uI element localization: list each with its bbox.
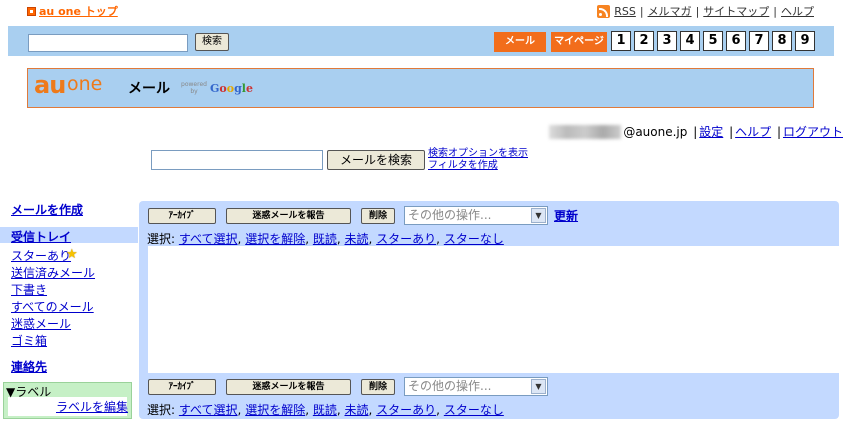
sitemap-link[interactable]: サイトマップ <box>703 3 769 19</box>
create-filter-link[interactable]: フィルタを作成 <box>428 160 498 171</box>
select-unstarred-link[interactable]: スターなし <box>444 232 504 246</box>
page-1-button[interactable]: 1 <box>611 31 631 51</box>
select-starred-link[interactable]: スターあり <box>376 403 436 417</box>
page-8-button[interactable]: 8 <box>772 31 792 51</box>
report-spam-button-bottom[interactable]: 迷惑メールを報告 <box>226 379 351 395</box>
select-unstarred-link[interactable]: スターなし <box>444 403 504 417</box>
report-spam-button[interactable]: 迷惑メールを報告 <box>226 208 351 224</box>
select-label: 選択: <box>147 232 179 246</box>
select-row-top: 選択: すべて選択, 選択を解除, 既読, 未読, スターあり, スターなし <box>147 232 504 246</box>
blurred-username <box>549 124 622 139</box>
page-7-button[interactable]: 7 <box>749 31 769 51</box>
select-all-link[interactable]: すべて選択 <box>179 232 238 246</box>
delete-button-bottom[interactable]: 削除 <box>361 379 395 395</box>
rss-link[interactable]: RSS <box>614 5 636 18</box>
help-link[interactable]: ヘルプ <box>735 123 771 140</box>
more-actions-select-bottom[interactable]: その他の操作... ▼ <box>404 377 548 396</box>
select-starred-link[interactable]: スターあり <box>376 232 436 246</box>
search-options: 検索オプションを表示 フィルタを作成 <box>428 148 528 172</box>
page-2-button[interactable]: 2 <box>634 31 654 51</box>
contacts-link[interactable]: 連絡先 <box>11 358 47 375</box>
au-one-top-link[interactable]: au one トップ <box>27 3 118 19</box>
au-icon <box>27 6 36 16</box>
more-actions-value: その他の操作... <box>408 208 492 222</box>
chevron-down-icon: ▼ <box>531 208 546 223</box>
archive-button[interactable]: ｱｰｶｲﾌﾞ <box>148 208 216 224</box>
page-6-button[interactable]: 6 <box>726 31 746 51</box>
sidebar-item-all-mail[interactable]: すべてのメール <box>11 298 94 315</box>
one-logo: one <box>67 73 103 95</box>
email-suffix: @auone.jp <box>623 124 688 139</box>
mail-list <box>148 246 840 373</box>
select-label: 選択: <box>147 403 179 417</box>
mail-search-input[interactable] <box>151 150 323 170</box>
au-one-top-label: au one トップ <box>39 5 118 18</box>
mypage-tab[interactable]: マイページ <box>551 32 607 52</box>
header-search-button[interactable]: 検索 <box>195 33 229 51</box>
help-link-top[interactable]: ヘルプ <box>781 3 814 19</box>
settings-link[interactable]: 設定 <box>699 123 723 140</box>
separator: | <box>695 4 700 18</box>
separator: | <box>773 124 781 139</box>
google-logo: Google <box>210 82 253 95</box>
header-search-input[interactable] <box>28 34 188 52</box>
page-5-button[interactable]: 5 <box>703 31 723 51</box>
page-3-button[interactable]: 3 <box>657 31 677 51</box>
rss-icon <box>597 4 611 18</box>
select-read-link[interactable]: 既読 <box>313 403 337 417</box>
powered-by-text: powered by <box>181 81 207 95</box>
delete-button[interactable]: 削除 <box>361 208 395 224</box>
page-9-button[interactable]: 9 <box>795 31 815 51</box>
user-links: @auone.jp | 設定 | ヘルプ | ログアウト <box>549 123 843 140</box>
select-unread-link[interactable]: 未読 <box>345 232 369 246</box>
select-row-bottom: 選択: すべて選択, 選択を解除, 既読, 未読, スターあり, スターなし <box>147 403 504 417</box>
refresh-link[interactable]: 更新 <box>554 207 578 224</box>
mail-tab[interactable]: メール <box>494 32 546 52</box>
sidebar-item-sent[interactable]: 送信済みメール <box>11 264 95 281</box>
sidebar-item-trash[interactable]: ゴミ箱 <box>11 332 47 349</box>
sidebar-item-drafts[interactable]: 下書き <box>11 281 47 298</box>
separator: | <box>639 4 644 18</box>
select-all-link[interactable]: すべて選択 <box>179 403 238 417</box>
sidebar-item-inbox[interactable]: 受信トレイ <box>11 228 71 245</box>
mail-logo-text: メール <box>128 81 170 97</box>
more-actions-value-bottom: その他の操作... <box>408 379 492 393</box>
top-links: RSS | メルマガ | サイトマップ | ヘルプ <box>597 3 814 19</box>
labels-toggle[interactable]: ▼ラベル <box>6 383 51 400</box>
show-search-options-link[interactable]: 検索オプションを表示 <box>428 148 528 159</box>
compose-link[interactable]: メールを作成 <box>11 201 83 218</box>
separator: | <box>725 124 734 139</box>
au-logo: au <box>34 71 66 99</box>
separator: | <box>689 124 698 139</box>
page-4-button[interactable]: 4 <box>680 31 700 51</box>
archive-button-bottom[interactable]: ｱｰｶｲﾌﾞ <box>148 379 216 395</box>
deselect-link[interactable]: 選択を解除 <box>245 403 305 417</box>
sidebar-item-starred[interactable]: スターあり <box>11 247 71 264</box>
mail-magazine-link[interactable]: メルマガ <box>648 3 692 19</box>
select-read-link[interactable]: 既読 <box>313 232 337 246</box>
chevron-down-icon: ▼ <box>531 379 546 394</box>
logout-link[interactable]: ログアウト <box>783 123 843 140</box>
star-icon: ★ <box>66 247 78 262</box>
more-actions-select[interactable]: その他の操作... ▼ <box>404 206 548 225</box>
sidebar-item-spam[interactable]: 迷惑メール <box>11 315 71 332</box>
edit-labels-link[interactable]: ラベルを編集 <box>56 398 128 415</box>
mail-search-button[interactable]: メールを検索 <box>327 150 425 170</box>
separator: | <box>773 4 777 18</box>
deselect-link[interactable]: 選択を解除 <box>245 232 305 246</box>
select-unread-link[interactable]: 未読 <box>345 403 369 417</box>
